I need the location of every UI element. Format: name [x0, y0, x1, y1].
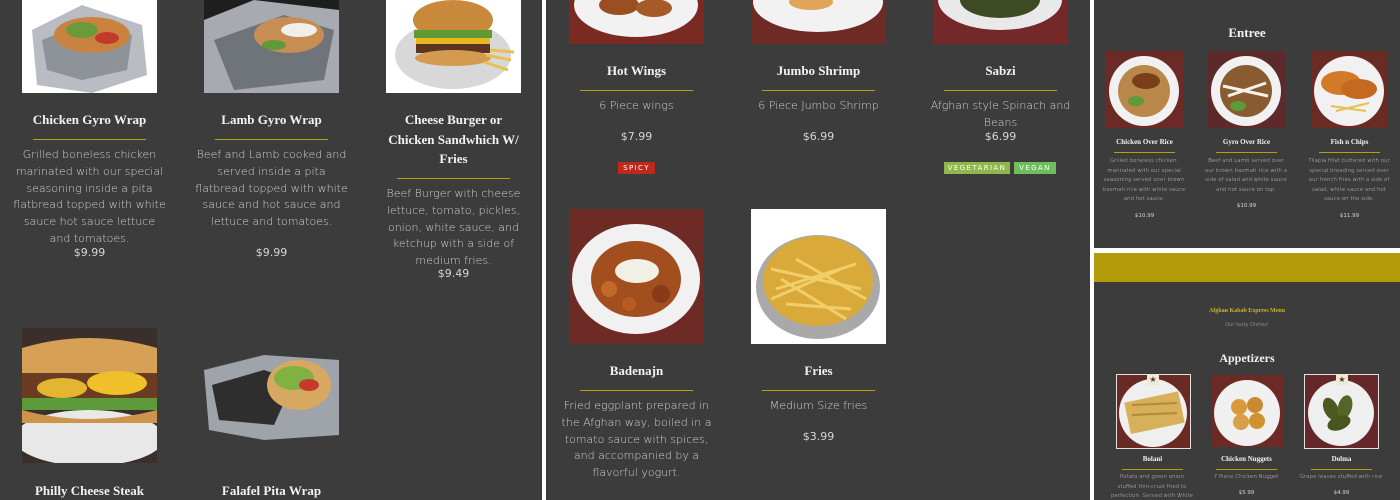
item-description: Medium Size fries [769, 399, 868, 412]
menu-panel-entree: Entree Chicken Over Rice Grilled boneles… [1094, 0, 1400, 248]
item-price: $11.99 [1339, 213, 1360, 219]
item-divider [215, 139, 328, 140]
item-name: Lamb Gyro Wrap [221, 112, 322, 127]
item-divider [1216, 152, 1277, 153]
item-description: Fried eggplant prepared in the Afghan wa… [561, 399, 712, 480]
item-description: Beef and Lamb served over our brown basm… [1204, 158, 1288, 193]
fries-image[interactable] [751, 209, 886, 344]
item-divider [580, 390, 693, 391]
spicy-tag: SPICY [618, 162, 655, 174]
item-divider [1122, 469, 1183, 470]
fish-n-chips-image[interactable] [1311, 51, 1388, 128]
jumbo-shrimp-image[interactable] [751, 0, 886, 44]
item-description: Grilled boneless chicken marinated with … [13, 148, 166, 245]
item-name: Philly Cheese Steak [34, 483, 145, 498]
item-name: Bolani [1142, 455, 1163, 463]
item-description: Grape leaves stuffed with rice [1299, 474, 1383, 480]
hot-wings-image[interactable] [569, 0, 704, 44]
item-description: 6 Piece Jumbo Shrimp [758, 99, 879, 112]
item-divider [33, 139, 146, 140]
item-price: $9.49 [437, 267, 470, 280]
item-price: $6.99 [984, 130, 1017, 143]
item-name: Cheese Burger or Chicken Sandwhich W/ Fr… [388, 112, 519, 166]
menu-panel-sides: Hot Wings 6 Piece wings $7.99 SPICY Jumb… [546, 0, 1090, 500]
badenajn-image[interactable] [569, 209, 704, 344]
featured-star-icon: ★ [1336, 374, 1348, 385]
lamb-gyro-wrap-image[interactable] [204, 0, 339, 93]
item-description: Potato and green onion stuffed thin-crus… [1111, 474, 1193, 499]
featured-star-icon: ★ [1147, 374, 1159, 385]
menu-panel-appetizers: Afghan Kabab Express Menu Our tasty Dish… [1094, 253, 1400, 500]
item-name: Fish n Chips [1330, 138, 1369, 146]
item-divider [1216, 469, 1277, 470]
item-price: $10.99 [1134, 213, 1155, 219]
section-title: Appetizers [1219, 351, 1275, 365]
item-price: $3.99 [802, 430, 835, 443]
item-description: Beef and Lamb cooked and served inside a… [195, 148, 348, 229]
gyro-over-rice-image[interactable] [1208, 51, 1285, 128]
item-divider [944, 90, 1057, 91]
item-price: $9.99 [255, 246, 288, 259]
vegetarian-tag: VEGETARIAN [944, 162, 1010, 174]
falafel-pita-wrap-image[interactable] [204, 340, 339, 445]
section-title: Entree [1228, 25, 1266, 40]
chicken-over-rice-image[interactable] [1106, 51, 1183, 128]
item-price: $6.99 [802, 130, 835, 143]
item-divider [1319, 152, 1380, 153]
item-name: Dolma [1331, 455, 1352, 463]
item-divider [762, 390, 875, 391]
sabzi-image[interactable] [933, 0, 1068, 44]
item-price: $9.99 [73, 246, 106, 259]
vegan-tag: VEGAN [1014, 162, 1056, 174]
item-description: Grilled boneless chicken, marinated with… [1102, 158, 1186, 202]
item-name: Falafel Pita Wrap [221, 483, 322, 498]
item-divider [762, 90, 875, 91]
menu-title: Afghan Kabab Express Menu [1208, 308, 1286, 314]
item-name: Sabzi [985, 63, 1016, 78]
item-description: Beef Burger with cheese lettuce, tomato,… [386, 187, 521, 268]
item-name: Gyro Over Rice [1222, 138, 1271, 146]
item-price: $10.99 [1236, 203, 1257, 209]
item-price: $7.99 [620, 130, 653, 143]
item-name: Fries [804, 363, 833, 378]
cheese-burger-image[interactable] [386, 0, 521, 93]
bolani-image[interactable] [1116, 374, 1191, 449]
item-price: $4.99 [1333, 490, 1350, 496]
header-bar [1094, 253, 1400, 282]
item-name: Chicken Nuggets [1221, 455, 1272, 463]
item-divider [580, 90, 693, 91]
item-name: Hot Wings [606, 63, 667, 78]
menu-panel-wraps: Chicken Gyro Wrap Grilled boneless chick… [0, 0, 542, 500]
item-name: Chicken Gyro Wrap [32, 112, 147, 127]
item-description: 6 Piece wings [599, 99, 674, 112]
item-price: $5.99 [1238, 490, 1255, 496]
item-divider [397, 178, 510, 179]
philly-cheese-steak-image[interactable] [22, 328, 157, 463]
item-divider [1311, 469, 1372, 470]
item-name: Jumbo Shrimp [776, 63, 861, 78]
dolma-image[interactable] [1304, 374, 1379, 449]
item-name: Chicken Over Rice [1116, 138, 1173, 146]
chicken-nuggets-image[interactable] [1211, 375, 1283, 447]
menu-subtitle: Our tasty Dishes! [1225, 322, 1269, 328]
item-divider [1114, 152, 1175, 153]
item-description: Afghan style Spinach and Beans [930, 99, 1071, 129]
chicken-gyro-wrap-image[interactable] [22, 0, 157, 93]
item-name: Badenajn [609, 363, 664, 378]
item-description: 7 Piece Chicken Nugget [1213, 474, 1279, 480]
item-description: Tilapia fillet buttered with our special… [1308, 158, 1390, 202]
